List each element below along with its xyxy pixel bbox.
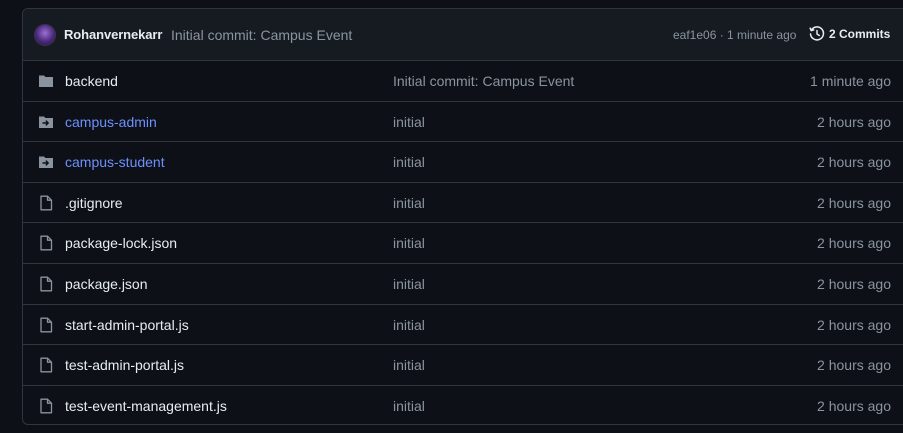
file-commit-time: 2 hours ago bbox=[817, 357, 891, 374]
file-commit-message[interactable]: initial bbox=[393, 154, 425, 170]
commit-author[interactable]: Rohanvernekarr bbox=[64, 27, 162, 42]
file-name-link[interactable]: start-admin-portal.js bbox=[65, 317, 189, 333]
file-row[interactable]: package.json initial 2 hours ago bbox=[23, 264, 903, 305]
file-commit-message[interactable]: initial bbox=[393, 276, 425, 292]
file-commit-message[interactable]: initial bbox=[393, 317, 425, 333]
file-list: backend Initial commit: Campus Event 1 min… bbox=[23, 61, 903, 424]
latest-commit-bar: Rohanvernekarr Initial commit: Campus Ev… bbox=[23, 9, 903, 61]
commit-hash-time[interactable]: eaf1e06 · 1 minute ago bbox=[673, 28, 796, 42]
file-name-link[interactable]: test-event-management.js bbox=[65, 398, 227, 414]
file-commit-message[interactable]: initial bbox=[393, 114, 425, 130]
file-row[interactable]: test-admin-portal.js initial 2 hours ago bbox=[23, 345, 903, 386]
file-icon bbox=[40, 235, 53, 251]
file-row[interactable]: start-admin-portal.js initial 2 hours ago bbox=[23, 305, 903, 346]
file-row[interactable]: .gitignore initial 2 hours ago bbox=[23, 183, 903, 224]
author-avatar[interactable] bbox=[34, 24, 56, 46]
file-icon bbox=[40, 317, 53, 333]
file-commit-time: 2 hours ago bbox=[817, 316, 891, 333]
file-commit-time: 2 hours ago bbox=[817, 275, 891, 292]
file-row[interactable]: test-event-management.js initial 2 hours a… bbox=[23, 386, 903, 424]
file-commit-message[interactable]: initial bbox=[393, 357, 425, 373]
file-commit-time: 1 minute ago bbox=[810, 73, 891, 89]
file-commit-time: 2 hours ago bbox=[817, 235, 891, 252]
submodule-folder-icon bbox=[39, 116, 53, 128]
file-icon bbox=[40, 398, 53, 414]
file-name-link[interactable]: campus-student bbox=[65, 154, 165, 170]
file-name-link[interactable]: campus-admin bbox=[65, 114, 157, 130]
file-name-link[interactable]: .gitignore bbox=[65, 195, 123, 211]
file-commit-time: 2 hours ago bbox=[817, 397, 891, 414]
file-commit-message[interactable]: initial bbox=[393, 398, 425, 414]
file-icon bbox=[40, 195, 53, 211]
commits-link[interactable]: 2 Commits bbox=[829, 27, 890, 41]
file-row[interactable]: campus-admin initial 2 hours ago bbox=[23, 102, 903, 143]
file-commit-time: 2 hours ago bbox=[817, 194, 891, 211]
file-name-link[interactable]: backend bbox=[65, 73, 118, 89]
file-icon bbox=[40, 276, 53, 292]
file-name-link[interactable]: package.json bbox=[65, 276, 148, 292]
file-name-link[interactable]: test-admin-portal.js bbox=[65, 357, 184, 373]
file-commit-time: 2 hours ago bbox=[817, 113, 891, 130]
file-commit-message[interactable]: Initial commit: Campus Event bbox=[393, 73, 574, 89]
folder-icon bbox=[39, 75, 53, 87]
latest-commit-message[interactable]: Initial commit: Campus Event bbox=[171, 27, 352, 43]
file-commit-time: 2 hours ago bbox=[817, 154, 891, 171]
file-name-link[interactable]: package-lock.json bbox=[65, 235, 177, 251]
file-row[interactable]: package-lock.json initial 2 hours ago bbox=[23, 223, 903, 264]
submodule-folder-icon bbox=[39, 156, 53, 169]
file-browser: Rohanvernekarr Initial commit: Campus Ev… bbox=[22, 8, 903, 425]
file-commit-message[interactable]: initial bbox=[393, 195, 425, 211]
history-icon[interactable] bbox=[809, 26, 825, 42]
file-row[interactable]: backend Initial commit: Campus Event 1 min… bbox=[23, 61, 903, 102]
file-row[interactable]: campus-student initial 2 hours ago bbox=[23, 142, 903, 183]
file-commit-message[interactable]: initial bbox=[393, 235, 425, 251]
file-icon bbox=[40, 357, 53, 373]
